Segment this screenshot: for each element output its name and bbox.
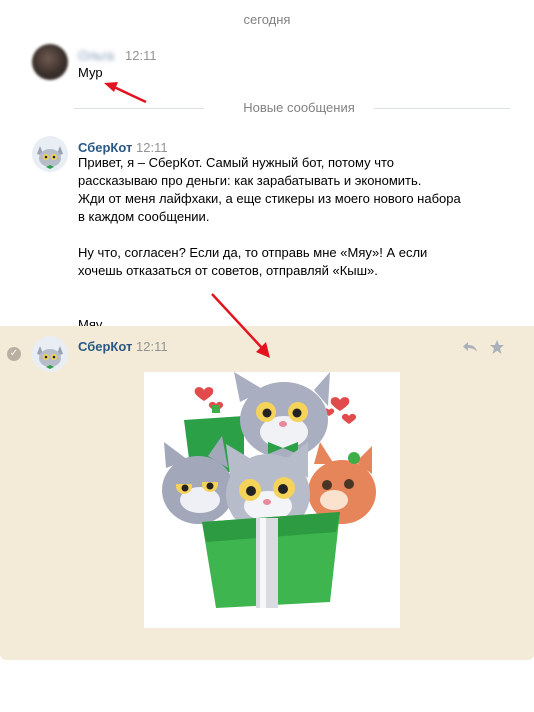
annotation-arrow <box>211 293 270 358</box>
message-text: Привет, я – СберКот. Самый нужный бот, п… <box>78 155 461 278</box>
message-author[interactable]: СберКот <box>78 140 132 155</box>
avatar[interactable] <box>32 336 68 372</box>
message-time[interactable]: 12:11 <box>136 140 168 155</box>
message-author[interactable]: Ольга <box>78 48 114 63</box>
message-text: Мур <box>78 65 103 80</box>
new-messages-separator: Новые сообщения <box>74 100 510 115</box>
reply-icon[interactable] <box>462 339 478 355</box>
check-circle-icon[interactable]: ✓ <box>7 347 21 361</box>
avatar[interactable] <box>32 136 68 172</box>
message-time[interactable]: 12:11 <box>136 339 168 354</box>
star-icon[interactable] <box>489 339 505 355</box>
message-author[interactable]: СберКот <box>78 339 132 354</box>
kittens-in-green-gift-box-sticker[interactable] <box>144 372 400 628</box>
message-time[interactable]: 12:11 <box>125 48 157 63</box>
date-separator: сегодня <box>243 12 291 27</box>
new-messages-label: Новые сообщения <box>237 100 361 115</box>
avatar[interactable] <box>32 44 68 80</box>
